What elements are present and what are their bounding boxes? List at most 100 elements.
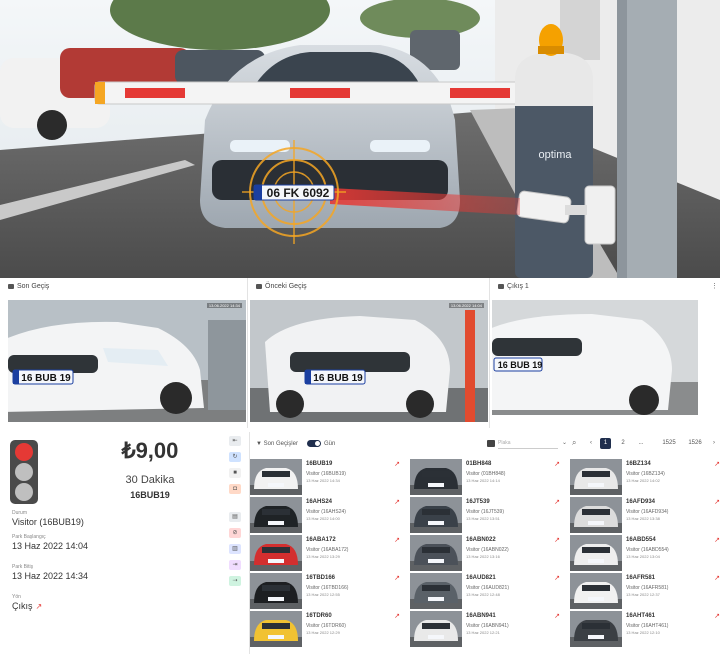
park-start-label: Park Başlangıç	[12, 534, 46, 540]
list-item[interactable]: 16AUD821 Visitor (16AUD821) 13 Haz 2022 12…	[410, 572, 566, 610]
camera-icon[interactable]: ◘	[229, 484, 241, 494]
pass-owner: Visitor (16AHT461)	[626, 623, 669, 629]
fee-amount: ₺9,00	[121, 438, 179, 463]
hero-plate: 06 FK 6092	[267, 186, 330, 200]
day-filter-label: Gün	[324, 441, 336, 447]
pass-thumbnail	[250, 573, 302, 609]
pass-time: 13 Haz 2022 14:02	[626, 478, 660, 483]
day-filter-toggle[interactable]	[307, 440, 321, 447]
pass-thumbnail	[410, 611, 462, 647]
pass-owner: Visitor (16AUD821)	[466, 585, 509, 591]
camera-snapshot[interactable]: 16 BUB 19	[492, 300, 698, 415]
list-item[interactable]: 16ABN941 Visitor (16ABN941) 13 Haz 2022 12…	[410, 610, 566, 648]
pass-plate: 16AFR581	[626, 575, 656, 581]
park-end-value: 13 Haz 2022 14:34	[12, 571, 89, 581]
exit-arrow-icon: ↗	[394, 575, 400, 582]
pass-owner: Visitor (01BH848)	[466, 471, 506, 477]
exit-arrow-icon: ↗	[554, 537, 560, 544]
list-item[interactable]: 01BH848 Visitor (01BH848) 13 Haz 2022 14:1…	[410, 458, 566, 496]
pass-time: 13 Haz 2022 13:29	[306, 554, 340, 559]
print-icon[interactable]: ▥	[229, 544, 241, 554]
list-item[interactable]: 16AFR581 Visitor (16AFR581) 13 Haz 2022 12…	[570, 572, 720, 610]
page-button[interactable]: 1525	[658, 438, 680, 449]
list-item[interactable]: 16ABN022 Visitor (16ABN022) 13 Haz 2022 13…	[410, 534, 566, 572]
list-item[interactable]: 16AHT461 Visitor (16AHT461) 13 Haz 2022 12…	[570, 610, 720, 648]
pass-owner: Visitor (16ABA172)	[306, 547, 349, 553]
camera-panel-exit-1: Çıkış 1 ⋮ 16 BUB 19	[490, 278, 720, 428]
list-item[interactable]: 16AHS24 Visitor (16AHS24) 13 Haz 2022 14:0…	[250, 496, 406, 534]
stop-icon[interactable]: ⊘	[229, 528, 241, 538]
lock-icon[interactable]: ■	[229, 468, 241, 478]
car-thumbnail-image	[250, 611, 302, 647]
red-lamp	[15, 443, 33, 461]
card-icon[interactable]: ▤	[229, 512, 241, 522]
camera-title: Önceki Geçiş	[256, 283, 307, 290]
car-snapshot-image: 16 BUB 19	[8, 300, 246, 422]
pass-plate: 16TBD166	[306, 575, 336, 581]
refresh-icon[interactable]: ↻	[229, 452, 241, 462]
list-toolbar: ▼ Son Geçişler Gün Plaka ⌄ ⌕ ‹ 1 2... 1525 1…	[250, 432, 720, 456]
camera-panel-previous-pass: Önceki Geçiş 16 BUB 19 13.06.2022 14:04	[248, 278, 490, 428]
exit-arrow-icon: ↗	[394, 461, 400, 468]
prev-page-button[interactable]: ‹	[586, 438, 596, 449]
more-icon[interactable]: ⋮	[711, 282, 718, 290]
plate-number: 16BUB19	[130, 490, 170, 500]
list-item[interactable]: 16ABA172 Visitor (16ABA172) 13 Haz 2022 13…	[250, 534, 406, 572]
list-item[interactable]: 16TBD166 Visitor (16TBD166) 13 Haz 2022 12…	[250, 572, 406, 610]
recent-passes-panel: ▼ Son Geçişler Gün Plaka ⌄ ⌕ ‹ 1 2... 1525 1…	[250, 432, 720, 654]
exit-arrow-icon: ↗	[554, 499, 560, 506]
pass-plate: 16ABN941	[466, 613, 496, 619]
open-icon[interactable]: ⇢	[229, 576, 241, 586]
gate-icon[interactable]: ⇥	[229, 560, 241, 570]
pass-time: 13 Haz 2022 14:14	[466, 478, 500, 483]
car-snapshot-image: 16 BUB 19	[250, 300, 488, 422]
park-duration: 30 Dakika	[125, 474, 175, 486]
pass-thumbnail	[250, 497, 302, 533]
camera-snapshot[interactable]: 16 BUB 19 13.06.2022 14:34	[8, 300, 246, 422]
chevron-down-icon[interactable]: ⌄	[562, 439, 567, 446]
pass-plate: 16AUD821	[466, 575, 496, 581]
search-icon[interactable]: ⌕	[572, 438, 576, 448]
list-item[interactable]: 16ABD554 Visitor (16ABD554) 13 Haz 2022 13…	[570, 534, 720, 572]
page-button[interactable]: 1526	[684, 438, 706, 449]
exit-arrow-icon: ↗	[714, 499, 720, 506]
car-thumbnail-image	[570, 611, 622, 647]
pass-time: 13 Haz 2022 12:37	[626, 592, 660, 597]
exit-arrow-icon: ↗	[394, 537, 400, 544]
list-item[interactable]: 16BUB19 Visitor (16BUB19) 13 Haz 2022 14:3…	[250, 458, 406, 496]
snapshot-plate: 16 BUB 19	[21, 373, 71, 384]
pass-owner: Visitor (16AFD934)	[626, 509, 669, 515]
car-thumbnail-image	[250, 573, 302, 609]
page-button[interactable]: ...	[634, 438, 648, 449]
pass-thumbnail	[570, 535, 622, 571]
list-item[interactable]: 16AFD934 Visitor (16AFD934) 13 Haz 2022 13…	[570, 496, 720, 534]
pass-plate: 16ABA172	[306, 537, 336, 543]
pass-time: 13 Haz 2022 12:21	[466, 630, 500, 635]
pass-time: 13 Haz 2022 14:34	[306, 478, 340, 483]
pass-time: 13 Haz 2022 12:10	[626, 630, 660, 635]
list-title: ▼ Son Geçişler	[256, 441, 298, 447]
car-thumbnail-image	[410, 573, 462, 609]
plate-filter-input[interactable]: Plaka	[498, 440, 558, 449]
barrier-brand: optima	[538, 149, 572, 161]
pass-time: 13 Haz 2022 12:55	[306, 592, 340, 597]
pass-thumbnail	[250, 459, 302, 495]
exit-arrow-icon: ↗	[714, 613, 720, 620]
camera-snapshot[interactable]: 16 BUB 19 13.06.2022 14:04	[250, 300, 488, 422]
park-end-label: Park Bitiş	[12, 564, 34, 570]
car-thumbnail-image	[250, 535, 302, 571]
page-button[interactable]: 2	[618, 438, 628, 449]
back-icon[interactable]: ⇤	[229, 436, 241, 446]
list-item[interactable]: 16BZ134 Visitor (16BZ134) 13 Haz 2022 14:0…	[570, 458, 720, 496]
filter-icon	[487, 440, 495, 447]
next-page-button[interactable]: ›	[710, 438, 718, 449]
list-item[interactable]: 16JT539 Visitor (16JT539) 13 Haz 2022 13:5…	[410, 496, 566, 534]
pass-owner: Visitor (16ABN941)	[466, 623, 509, 629]
camera-panel-last-pass: Son Geçiş 16 BUB 19 13.06.2022 14:34	[0, 278, 248, 428]
pass-owner: Visitor (16AHS24)	[306, 509, 346, 515]
snapshot-plate: 16 BUB 19	[498, 360, 543, 370]
list-item[interactable]: 16TDR60 Visitor (16TDR60) 13 Haz 2022 12:2…	[250, 610, 406, 648]
page-button[interactable]: 1	[600, 438, 611, 449]
exit-arrow-icon: ↗	[394, 499, 400, 506]
pass-plate: 16TDR60	[306, 613, 332, 619]
